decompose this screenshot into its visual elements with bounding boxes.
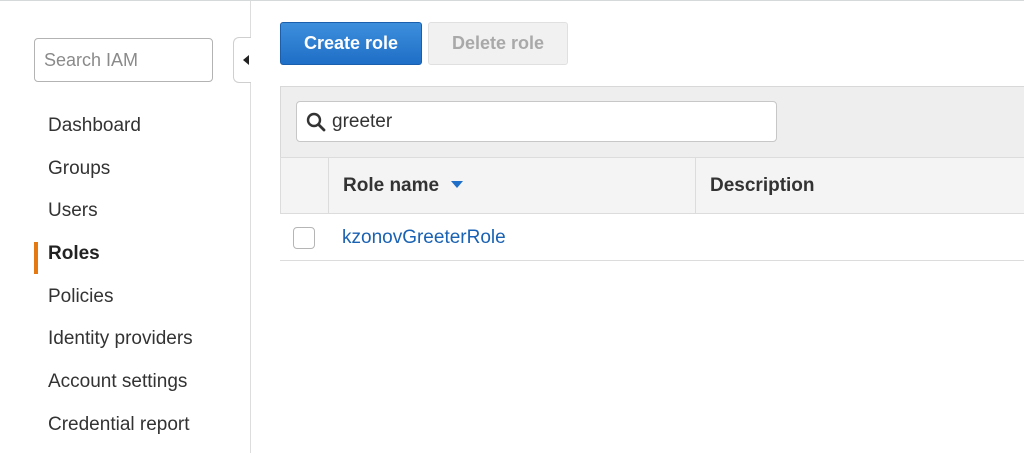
row-checkbox[interactable] (293, 227, 315, 249)
table-header: Role name Description (280, 157, 1024, 214)
sidebar-item-dashboard[interactable]: Dashboard (0, 105, 251, 148)
delete-role-button: Delete role (428, 22, 568, 65)
sidebar-item-account-settings[interactable]: Account settings (0, 361, 251, 404)
sidebar: Dashboard Groups Users Roles Policies Id… (0, 1, 251, 453)
sidebar-item-identity-providers[interactable]: Identity providers (0, 318, 251, 361)
sidebar-item-credential-report[interactable]: Credential report (0, 404, 251, 447)
sidebar-collapse-button[interactable] (233, 37, 251, 83)
main-content: Create role Delete role Role name Descri… (280, 0, 1024, 453)
triangle-left-icon (242, 55, 249, 65)
roles-table-panel: Role name Description kzonovGreeterRole (280, 86, 1024, 262)
filter-input[interactable] (332, 102, 772, 141)
filter-box (296, 101, 777, 142)
sidebar-item-groups[interactable]: Groups (0, 148, 251, 191)
role-name-link[interactable]: kzonovGreeterRole (342, 214, 506, 261)
sidebar-item-roles[interactable]: Roles (0, 233, 251, 276)
sidebar-item-policies[interactable]: Policies (0, 276, 251, 319)
select-all-column (281, 158, 329, 213)
create-role-button[interactable]: Create role (280, 22, 422, 65)
column-header-description[interactable]: Description (696, 158, 1024, 213)
sidebar-nav: Dashboard Groups Users Roles Policies Id… (0, 105, 251, 447)
table-row: kzonovGreeterRole (280, 214, 1024, 261)
column-header-role-name[interactable]: Role name (329, 158, 696, 213)
search-iam-input[interactable] (34, 38, 213, 82)
search-icon (306, 112, 326, 132)
column-header-label: Role name (343, 175, 440, 196)
sort-descending-icon (451, 181, 464, 189)
filter-bar (280, 86, 1024, 157)
sidebar-item-users[interactable]: Users (0, 190, 251, 233)
